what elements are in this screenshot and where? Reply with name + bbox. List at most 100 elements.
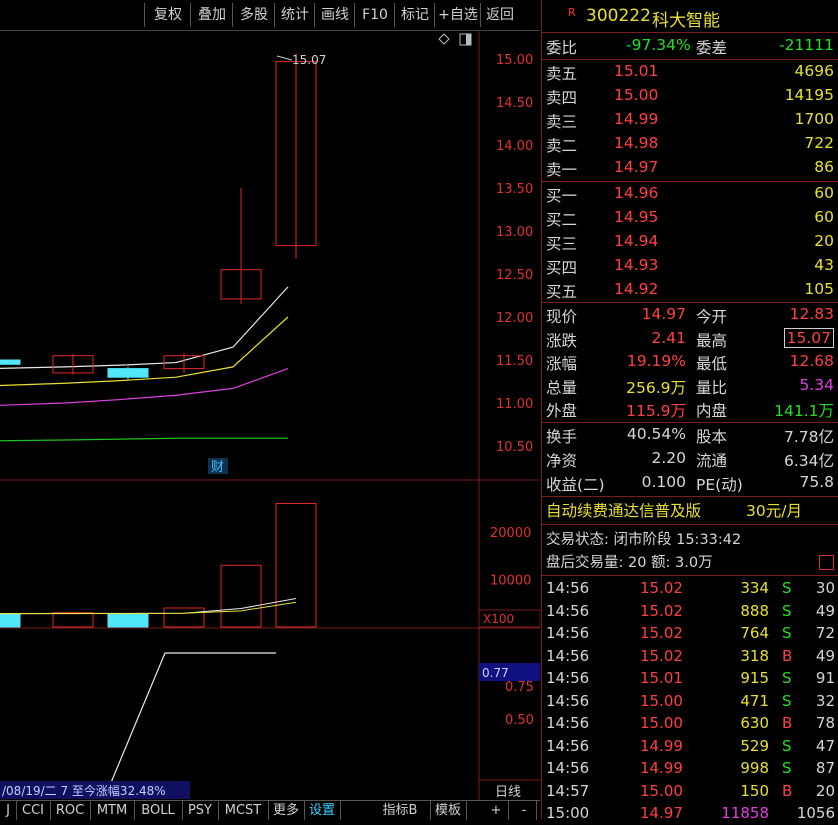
bid-price: 14.96 [614, 184, 659, 202]
toolbar-btn-6[interactable]: 标记 [394, 3, 435, 27]
stat-label: 涨幅 [546, 355, 578, 373]
tick-row: 14:56 14.99 998 S 87 [542, 757, 838, 780]
stat-value: 14.97 [641, 305, 686, 323]
volume-ma-line [0, 598, 297, 615]
stat-label: 外盘 [546, 402, 578, 420]
bid-label: 买二 [546, 211, 578, 229]
ask-volume: 86 [814, 158, 834, 176]
diamond-icon [438, 33, 450, 45]
ask-volume: 1700 [794, 110, 834, 128]
tick-row: 14:56 15.02 764 S 72 [542, 622, 838, 645]
chart-toggle-icon[interactable] [819, 555, 834, 570]
tick-volume: 529 [740, 736, 769, 755]
fund-row: 净资 2.20 流通 6.34亿 [546, 449, 836, 472]
indicator-tab-11[interactable]: + [484, 801, 509, 820]
indicator-tab-10[interactable]: 模板 [430, 801, 467, 820]
tick-volume: 630 [740, 714, 769, 732]
toolbar-btn-8[interactable]: 返回 [480, 3, 519, 27]
toolbar-btn-4[interactable]: 画线 [314, 3, 355, 27]
indicator-line [109, 652, 276, 786]
indicator-tick-label: 0.50 [505, 713, 534, 728]
bid-volume: 20 [814, 232, 834, 250]
ratio-label: 委比 [546, 39, 578, 57]
indicator-tab-12[interactable]: - [512, 801, 537, 820]
fund-label: PE(动) [696, 476, 743, 494]
tick-side: S [782, 691, 792, 710]
diff-label: 委差 [696, 39, 728, 57]
tick-volume: 888 [740, 601, 769, 620]
tick-time: 14:56 [546, 579, 590, 597]
toolbar-btn-0[interactable]: 复权 [144, 3, 191, 27]
stat-label: 内盘 [696, 402, 728, 420]
tick-price: 15.02 [640, 624, 683, 642]
trade-status-row: 交易状态: 闭市阶段 15:33:42 [546, 528, 836, 551]
fund-label: 换手 [546, 428, 578, 446]
volume-bar [163, 607, 205, 628]
price-tick-label: 12.50 [496, 268, 533, 283]
indicator-tab-5[interactable]: PSY [182, 801, 219, 820]
tick-volume: 471 [740, 691, 769, 710]
indicator-tab-6[interactable]: MCST [218, 801, 269, 820]
tick-time: 14:56 [546, 646, 590, 665]
indicator-tab-3[interactable]: MTM [90, 801, 135, 820]
r-mark-icon: R [568, 6, 576, 19]
tick-side: S [782, 624, 792, 642]
stat-label: 最低 [696, 355, 728, 373]
stat-value: 12.68 [789, 352, 834, 370]
ask-row: 卖三 14.99 1700 [546, 110, 836, 133]
tick-count: 1056 [796, 804, 835, 822]
bid-label: 买三 [546, 235, 578, 253]
price-tick-label: 15.00 [496, 53, 533, 68]
tick-price: 14.99 [640, 759, 683, 777]
stat-row: 涨跌 2.41 最高 15.07 [546, 327, 836, 352]
fund-label: 净资 [546, 452, 578, 470]
tick-time: 14:56 [546, 736, 590, 755]
candle-body [0, 359, 21, 365]
stat-value: 2.41 [651, 328, 686, 347]
tick-side: B [782, 781, 793, 800]
bid-label: 买四 [546, 259, 578, 277]
volume-bar [220, 564, 262, 628]
promo-row[interactable]: 自动续费通达信普及版 30元/月 [546, 499, 836, 522]
indicator-tab-0[interactable]: J [0, 801, 17, 820]
stat-row: 现价 14.97 今开 12.83 [546, 305, 836, 328]
indicator-tab-2[interactable]: ROC [50, 801, 91, 820]
tick-count: 78 [815, 714, 835, 732]
tick-volume: 334 [740, 579, 769, 597]
toolbar-btn-7[interactable]: +自选 [434, 3, 481, 27]
stat-row: 总量 256.9万 量比 5.34 [546, 376, 836, 399]
toolbar-btn-5[interactable]: F10 [354, 3, 395, 27]
stat-value: 256.9万 [626, 378, 686, 397]
tick-price: 15.02 [640, 601, 683, 620]
indicator-tab-4[interactable]: BOLL [134, 801, 183, 820]
tick-time: 14:56 [546, 601, 590, 620]
tick-time: 14:56 [546, 714, 590, 732]
stat-label: 现价 [546, 308, 578, 326]
toolbar-btn-3[interactable]: 统计 [274, 3, 315, 27]
tick-side: S [782, 669, 792, 687]
ask-label: 卖一 [546, 161, 578, 179]
tick-price: 14.99 [640, 736, 683, 755]
indicator-tab-7[interactable]: 更多 [268, 801, 305, 820]
toolbar-btn-1[interactable]: 叠加 [190, 3, 233, 27]
chart-toolbar: 复权 叠加 多股 统计 画线 F10 标记 +自选 返回 [0, 0, 540, 31]
ask-row: 卖一 14.97 86 [546, 158, 836, 181]
window-icon-fill [466, 34, 471, 45]
bid-volume: 60 [814, 184, 834, 202]
tick-count: 87 [815, 759, 835, 777]
indicator-tab-1[interactable]: CCI [16, 801, 51, 820]
kline-chart-area[interactable]: 15.00 14.50 14.00 13.50 13.00 12.50 12.00 11.50… [0, 30, 541, 800]
indicator-tab-8[interactable]: 设置 [304, 801, 341, 820]
bid-label: 买一 [546, 187, 578, 205]
stat-label: 总量 [546, 378, 578, 397]
ask-price: 14.98 [614, 134, 659, 152]
toolbar-btn-2[interactable]: 多股 [232, 3, 275, 27]
indicator-tab-9[interactable]: 指标B [370, 801, 431, 820]
fund-value: 7.78亿 [783, 428, 834, 446]
ratio-value: -97.34% [626, 36, 691, 54]
tick-time: 14:56 [546, 759, 590, 777]
stat-value: 15.07 [783, 327, 834, 348]
bid-row: 买三 14.94 20 [546, 232, 836, 255]
fund-value: 6.34亿 [783, 452, 834, 470]
volume-bar [275, 503, 317, 628]
